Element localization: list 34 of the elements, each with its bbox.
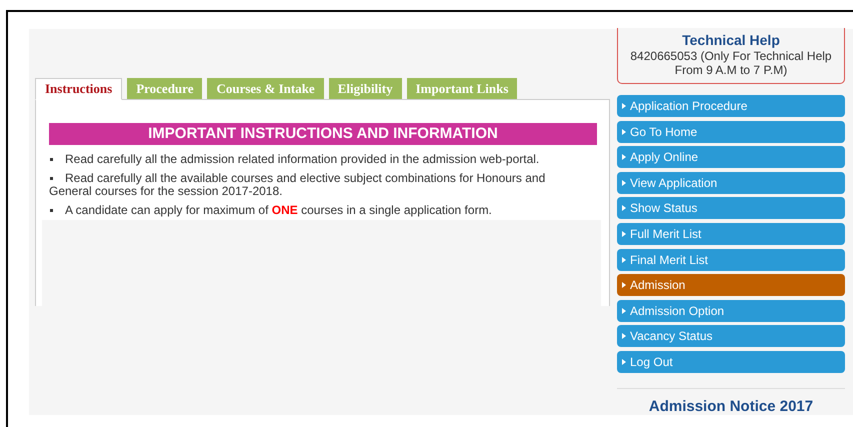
menu-item[interactable]: Admission [617, 274, 845, 296]
menu-item[interactable]: Show Status [617, 197, 845, 220]
instruction-text: Read carefully all the admission related information provided in the admission web-portal. [49, 153, 561, 166]
menu-item[interactable]: Application Procedure [617, 95, 845, 117]
instruction-text: A candidate can apply for maximum of ONE courses in a single application form. [49, 204, 561, 217]
menu-item[interactable]: Admission Option [617, 300, 845, 322]
menu-item[interactable]: Full Merit List [617, 222, 845, 245]
menu-item[interactable]: Apply Online [617, 146, 845, 168]
tab[interactable]: Procedure [127, 78, 202, 99]
instruction-text: Read carefully all the available courses and elective subject combinations for Honours and General courses for the session 2017-2018. [49, 172, 561, 198]
caret-icon [622, 256, 626, 263]
caret-icon [622, 205, 626, 212]
help-title: Technical Help [681, 32, 781, 48]
caret-icon [622, 128, 626, 135]
caret-icon [622, 103, 626, 109]
caret-icon [622, 282, 626, 288]
caret-icon [622, 230, 626, 237]
tab[interactable]: Courses & Intake [207, 78, 324, 99]
caret-icon [622, 308, 626, 314]
menu-item[interactable]: Vacancy Status [617, 325, 845, 348]
caret-icon [622, 358, 626, 365]
menu-item[interactable]: Final Merit List [617, 248, 845, 271]
notice-title: Admission Notice 2017 [648, 398, 814, 415]
menu-item[interactable]: View Application [617, 172, 845, 194]
help-text: 8420665053 (Only For Technical Help From 9 A.M to 7 P.M) [629, 49, 833, 77]
tab[interactable]: Instructions [35, 78, 122, 100]
tab[interactable]: Important Links [406, 78, 518, 99]
menu-item[interactable]: Go To Home [617, 120, 845, 143]
menu-item[interactable]: Log Out [617, 350, 845, 373]
tab[interactable]: Eligibility [328, 78, 402, 99]
section-heading: IMPORTANT INSTRUCTIONS AND INFORMATION [49, 123, 597, 145]
caret-icon [622, 154, 626, 160]
caret-icon [622, 180, 626, 186]
caret-icon [622, 333, 626, 340]
